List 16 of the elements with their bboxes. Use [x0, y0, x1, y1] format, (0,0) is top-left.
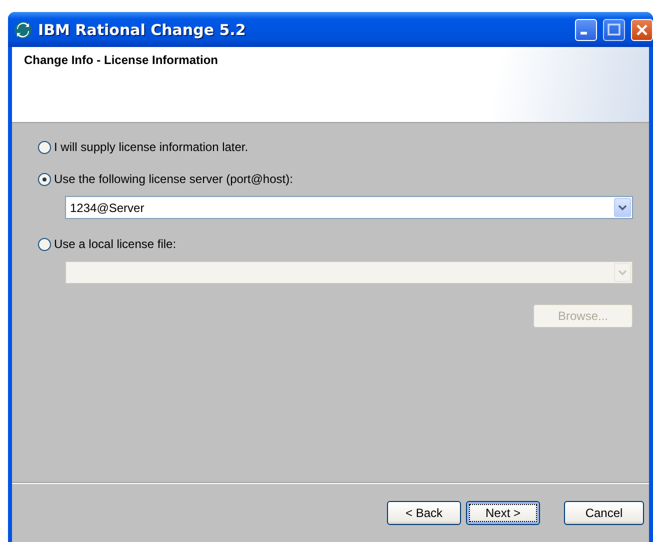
option-label: I will supply license information later.: [54, 140, 248, 154]
minimize-button[interactable]: [575, 18, 597, 40]
page-heading: Change Info - License Information: [24, 53, 220, 67]
radio-button[interactable]: [38, 238, 51, 250]
combo-field[interactable]: 1234@Server: [65, 196, 633, 219]
dialog-button[interactable]: Next >: [466, 501, 540, 525]
radio-button[interactable]: [38, 140, 51, 154]
dialog-button[interactable]: < Back: [387, 501, 461, 525]
maximize-button[interactable]: [603, 18, 625, 40]
close-button[interactable]: [631, 18, 653, 40]
app-logo-icon: [14, 20, 32, 38]
dialog-button[interactable]: Cancel: [564, 501, 644, 525]
window-title: IBM Rational Change 5.2: [38, 20, 247, 38]
option-label: Use the following license server (port@host):: [54, 172, 293, 186]
option-label: Use a local license file:: [54, 237, 176, 251]
radio-button[interactable]: [38, 172, 51, 186]
